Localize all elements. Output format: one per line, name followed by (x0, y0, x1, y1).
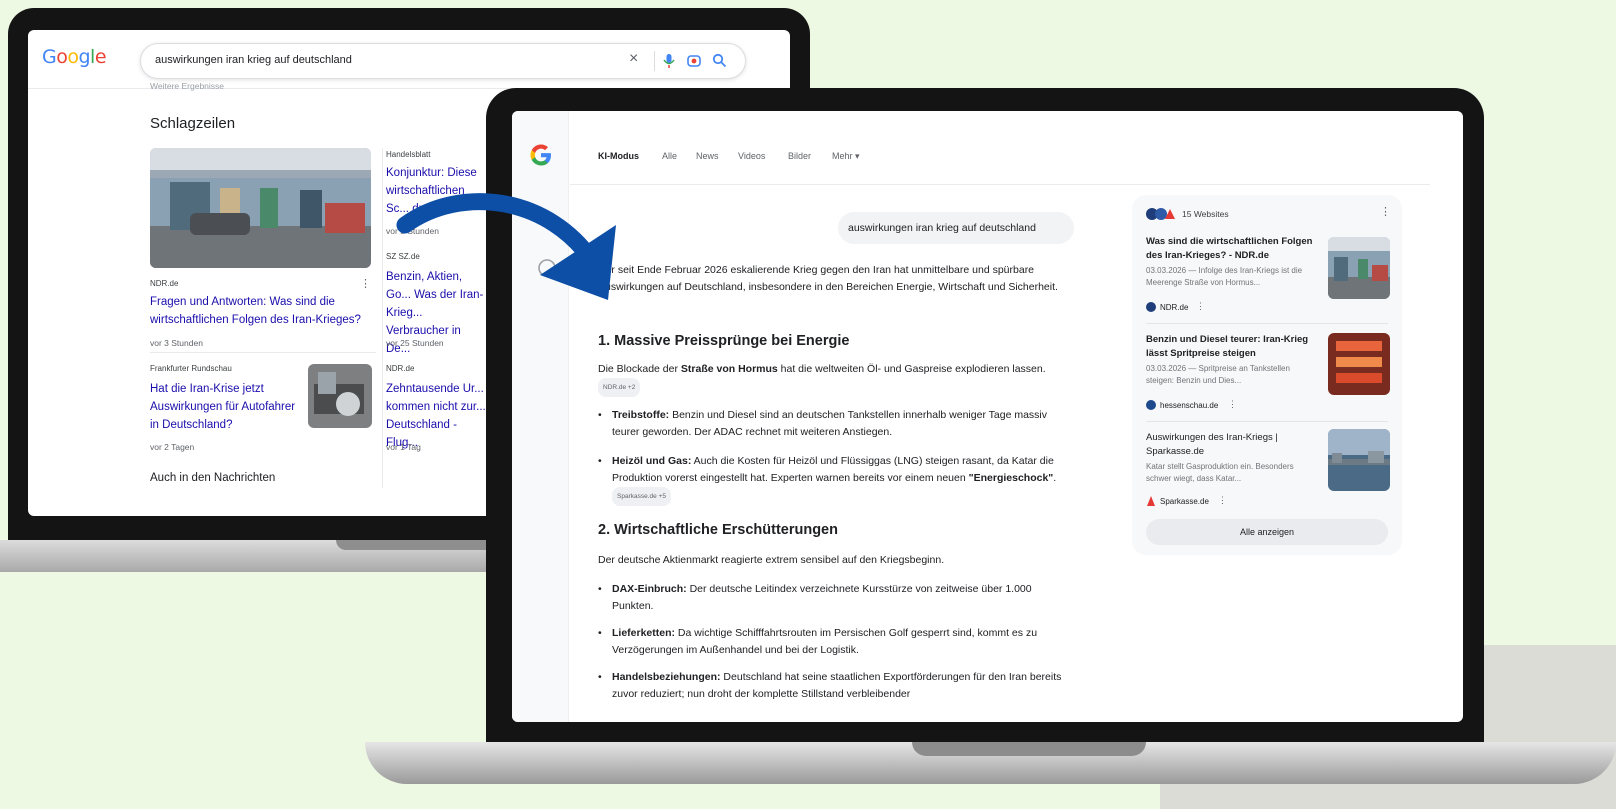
paragraph-energie: Die Blockade der Straße von Hormus hat d… (598, 361, 1078, 397)
hessenschau-favicon-icon (1146, 400, 1156, 410)
more-options-icon[interactable]: ⋮ (1196, 301, 1205, 312)
right-laptop-screen: KI-Modus Alle News Videos Bilder Mehr ▾ … (512, 111, 1463, 722)
divider (654, 51, 655, 71)
text: Da wichtige Schifffahrtsrouten im Persis… (612, 627, 1038, 656)
source3-thumbnail[interactable] (1328, 429, 1390, 491)
bullet-dot: • (598, 583, 602, 595)
bullet-dax: • DAX-Einbruch: Der deutsche Leitindex v… (598, 581, 1068, 615)
bullet-heizoel: • Heizöl und Gas: Auch die Kosten für He… (598, 453, 1068, 506)
search-bar[interactable]: auswirkungen iran krieg auf deutschland … (140, 43, 746, 79)
bullet-treibstoffe: • Treibstoffe: Benzin und Diesel sind an… (598, 407, 1068, 441)
sources-count: 15 Websites (1182, 209, 1229, 219)
more-options-icon[interactable]: ⋮ (360, 277, 371, 290)
cut-off-text: Weitere Ergebnisse (150, 81, 225, 91)
paragraph-wirtschaft: Der deutsche Aktienmarkt reagierte extre… (598, 554, 945, 566)
bold-text: Heizöl und Gas: (612, 455, 692, 467)
more-options-icon[interactable]: ⋮ (1228, 399, 1237, 410)
ai-answer-intro: Der seit Ende Februar 2026 eskalierende … (598, 264, 1058, 293)
search-icon[interactable] (712, 53, 727, 68)
microphone-icon[interactable] (662, 53, 676, 69)
text: Benzin und Diesel sind an deutschen Tank… (612, 409, 1048, 438)
bold-text: Lieferketten: (612, 627, 676, 639)
card1-time: vor 3 Stunden (150, 338, 203, 348)
source1-thumbnail[interactable] (1328, 237, 1390, 299)
source2-site[interactable]: hessenschau.de (1160, 401, 1218, 410)
divider (1146, 323, 1388, 324)
search-query[interactable]: auswirkungen iran krieg auf deutschland (155, 54, 352, 66)
source3-snippet: Katar stellt Gasproduktion ein. Besonder… (1146, 462, 1294, 483)
transition-arrow-icon (396, 193, 616, 300)
source1-title[interactable]: Was sind die wirtschaftlichen Folgen des… (1146, 235, 1314, 263)
bullet-dot: • (598, 671, 602, 683)
card3-title[interactable]: Hat die Iran-Krise jetzt Auswirkungen fü… (150, 380, 300, 434)
lens-icon[interactable] (686, 53, 702, 69)
ndr-favicon-icon (1146, 302, 1156, 312)
bullet-dot: • (598, 455, 602, 467)
tab-ki-modus[interactable]: KI-Modus (598, 151, 639, 161)
card3-source: Frankfurter Rundschau (150, 364, 232, 373)
clear-icon[interactable]: × (629, 50, 638, 68)
heading-wirtschaft: 2. Wirtschaftliche Erschütterungen (598, 522, 838, 538)
source2-title[interactable]: Benzin und Diesel teurer: Iran-Krieg läs… (1146, 333, 1314, 361)
bullet-handel: • Handelsbeziehungen: Deutschland hat se… (598, 669, 1068, 703)
card1-source: NDR.de (150, 279, 179, 288)
heading-energie: 1. Massive Preissprünge bei Energie (598, 333, 850, 349)
card5-time: vor 1 Tag (386, 442, 421, 452)
source2-thumbnail[interactable] (1328, 333, 1390, 395)
card2-source: Handelsblatt (386, 150, 431, 159)
gas-station-image[interactable] (150, 148, 371, 268)
car-mechanic-image[interactable] (308, 364, 372, 428)
row-divider (150, 352, 376, 353)
bold-text: Handelsbeziehungen: (612, 671, 721, 683)
card5-source: NDR.de (386, 364, 415, 373)
bold-text: DAX-Einbruch: (612, 583, 687, 595)
card1-title[interactable]: Fragen und Antworten: Was sind die wirts… (150, 293, 380, 329)
sources-panel: 15 Websites ⋮ Was sind die wirtschaftlic… (1132, 195, 1402, 555)
section-title: Schlagzeilen (150, 115, 236, 132)
text: hat die weltweiten Öl- und Gaspreise exp… (777, 363, 1046, 375)
source3-site[interactable]: Sparkasse.de (1160, 497, 1209, 506)
source-chip[interactable]: Sparkasse.de +5 (612, 487, 671, 506)
more-news-heading: Auch in den Nachrichten (150, 472, 276, 484)
tab-mehr[interactable]: Mehr ▾ (832, 151, 860, 162)
source-favicons-icon (1146, 208, 1175, 220)
text: Die Blockade der (598, 363, 681, 375)
more-options-icon[interactable]: ⋮ (1380, 205, 1391, 218)
tab-alle[interactable]: Alle (662, 151, 677, 161)
tab-bilder[interactable]: Bilder (788, 151, 811, 161)
source-chip[interactable]: NDR.de +2 (598, 378, 641, 397)
bold-text: "Energieschock" (968, 472, 1054, 484)
source3-title[interactable]: Auswirkungen des Iran-Kriegs | Sparkasse… (1146, 431, 1314, 459)
source1-site[interactable]: NDR.de (1160, 303, 1188, 312)
sparkasse-favicon-icon (1147, 496, 1155, 506)
tab-videos[interactable]: Videos (738, 151, 765, 161)
tabs-divider (570, 184, 1430, 185)
bullet-dot: • (598, 627, 602, 639)
query-bubble: auswirkungen iran krieg auf deutschland (838, 212, 1074, 244)
more-options-icon[interactable]: ⋮ (1218, 495, 1227, 506)
source1-snippet: 03.03.2026 — Infolge des Iran-Kriegs ist… (1146, 266, 1303, 287)
card4-time: vor 25 Stunden (386, 338, 444, 348)
google-g-icon[interactable] (528, 142, 554, 168)
source2-snippet: 03.03.2026 — Spritpreise an Tankstellen … (1146, 364, 1290, 385)
right-laptop-notch (912, 742, 1146, 756)
show-all-button[interactable]: Alle anzeigen (1146, 519, 1388, 545)
bold-text: Straße von Hormus (680, 363, 778, 375)
divider (1146, 421, 1388, 422)
tab-news[interactable]: News (696, 151, 719, 161)
card3-time: vor 2 Tagen (150, 442, 195, 452)
bullet-dot: • (598, 409, 602, 421)
bold-text: Treibstoffe: (612, 409, 670, 421)
query-bubble-text: auswirkungen iran krieg auf deutschland (848, 222, 1036, 234)
show-all-label: Alle anzeigen (1239, 527, 1295, 537)
google-logo[interactable]: Google (42, 46, 107, 68)
bullet-lieferketten: • Lieferketten: Da wichtige Schifffahrts… (598, 625, 1068, 659)
